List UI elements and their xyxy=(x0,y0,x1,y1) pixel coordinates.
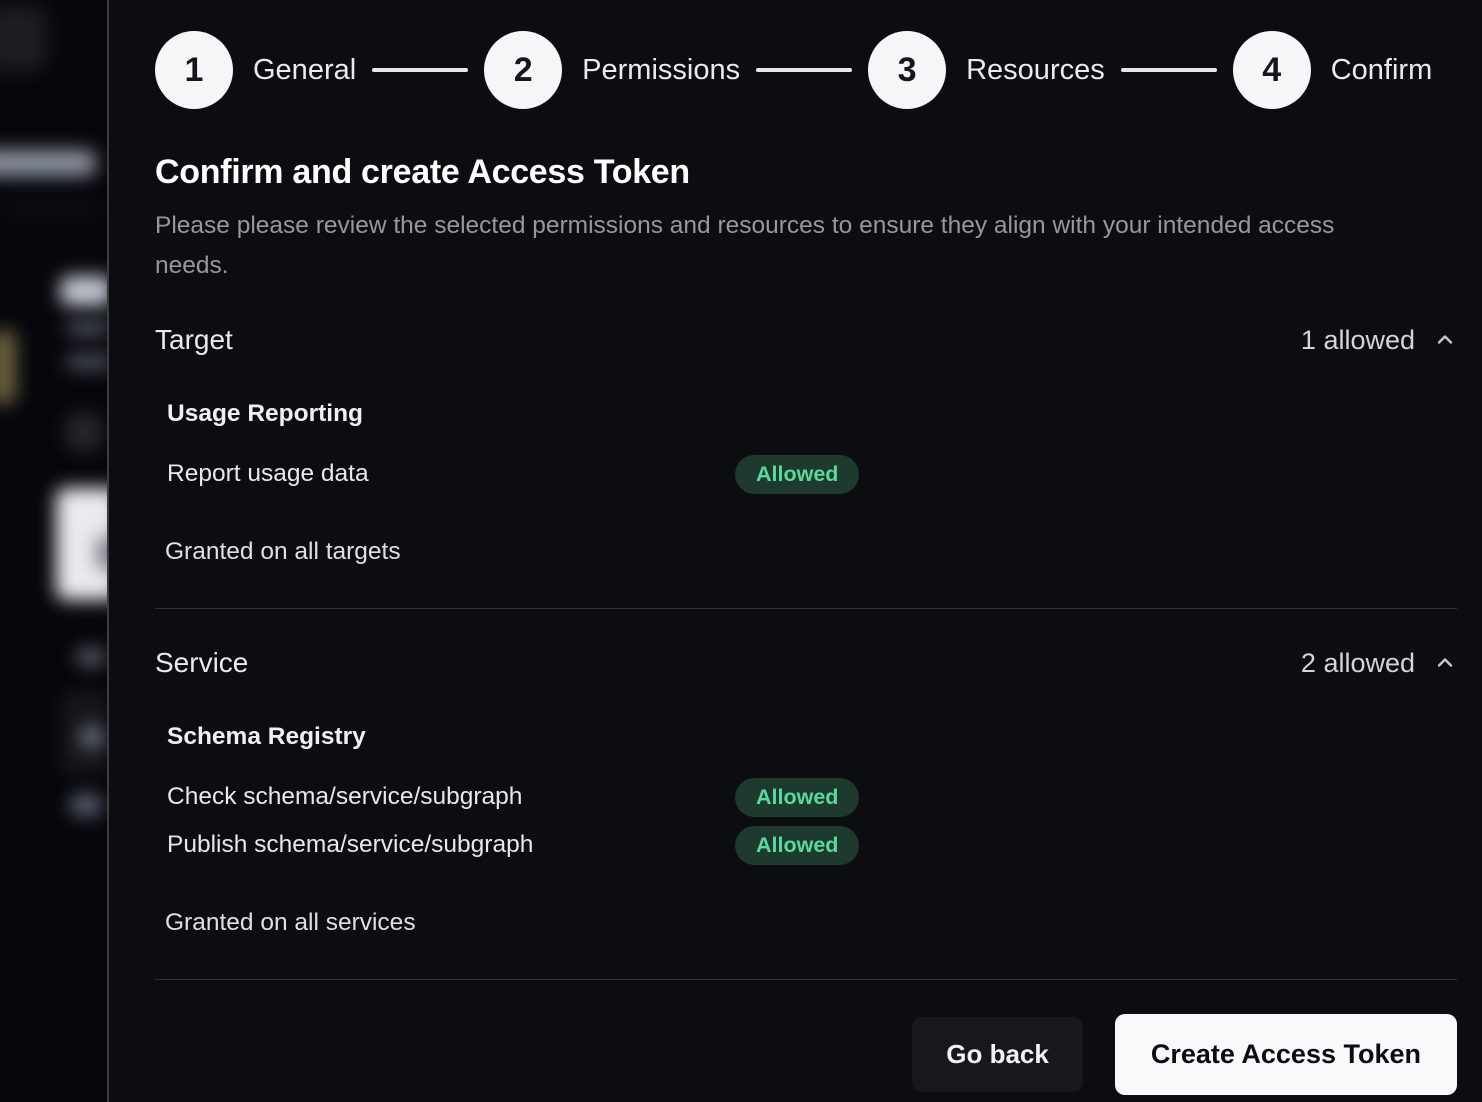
section-title: Target xyxy=(155,324,233,356)
blurred-label-text xyxy=(70,794,102,816)
step-confirm[interactable]: 4 Confirm xyxy=(1233,31,1433,109)
background-app-blurred xyxy=(0,0,107,1102)
page-description: Please please review the selected permis… xyxy=(155,206,1395,286)
chevron-up-icon xyxy=(1433,651,1457,675)
permission-label: Check schema/service/subgraph xyxy=(167,783,735,811)
screen: 1 General 2 Permissions 3 Resources 4 Co… xyxy=(0,0,1482,1102)
blurred-icon-tile xyxy=(66,414,102,450)
blurred-body-text xyxy=(66,354,107,370)
permission-group-usage-reporting: Usage Reporting Report usage data Allowe… xyxy=(155,400,1457,494)
step-connector xyxy=(756,68,852,72)
step-permissions[interactable]: 2 Permissions xyxy=(484,31,740,109)
create-access-token-modal: 1 General 2 Permissions 3 Resources 4 Co… xyxy=(107,0,1482,1102)
allowed-count: 2 allowed xyxy=(1301,648,1415,679)
blurred-heading-text xyxy=(60,276,107,306)
step-number-badge: 2 xyxy=(484,31,562,109)
blurred-nav-text xyxy=(0,150,96,176)
step-label: Resources xyxy=(966,54,1105,87)
granted-note: Granted on all services xyxy=(155,909,1457,937)
blurred-card-logo xyxy=(96,536,107,570)
blurred-label-text xyxy=(80,726,104,748)
permission-group-schema-registry: Schema Registry Check schema/service/sub… xyxy=(155,723,1457,865)
step-label: Permissions xyxy=(582,54,740,87)
blurred-logo-tile xyxy=(0,6,46,70)
status-badge-allowed: Allowed xyxy=(735,455,859,494)
group-heading: Usage Reporting xyxy=(167,400,1457,428)
step-connector xyxy=(1121,68,1217,72)
section-divider xyxy=(155,608,1457,609)
step-label: General xyxy=(253,54,356,87)
modal-footer: Go back Create Access Token xyxy=(155,1014,1457,1095)
allowed-count: 1 allowed xyxy=(1301,325,1415,356)
blurred-accent-blob xyxy=(0,330,16,404)
permission-label: Publish schema/service/subgraph xyxy=(167,831,735,859)
permission-row: Check schema/service/subgraph Allowed xyxy=(167,777,1457,817)
permission-label: Report usage data xyxy=(167,460,735,488)
step-label: Confirm xyxy=(1331,54,1433,87)
step-resources[interactable]: 3 Resources xyxy=(868,31,1105,109)
step-number-badge: 3 xyxy=(868,31,946,109)
go-back-button[interactable]: Go back xyxy=(912,1017,1083,1092)
step-number-badge: 1 xyxy=(155,31,233,109)
collapse-toggle-target[interactable]: 1 allowed xyxy=(1301,325,1457,356)
granted-note: Granted on all targets xyxy=(155,538,1457,566)
status-badge-allowed: Allowed xyxy=(735,778,859,817)
status-badge-allowed: Allowed xyxy=(735,826,859,865)
step-general[interactable]: 1 General xyxy=(155,31,356,109)
chevron-up-icon xyxy=(1433,328,1457,352)
group-heading: Schema Registry xyxy=(167,723,1457,751)
blurred-divider xyxy=(0,206,107,209)
permission-row: Report usage data Allowed xyxy=(167,454,1457,494)
footer-divider xyxy=(155,979,1457,980)
blurred-label-text xyxy=(76,648,106,666)
step-connector xyxy=(372,68,468,72)
permission-row: Publish schema/service/subgraph Allowed xyxy=(167,825,1457,865)
wizard-stepper: 1 General 2 Permissions 3 Resources 4 Co… xyxy=(155,31,1457,109)
step-number-badge: 4 xyxy=(1233,31,1311,109)
page-title: Confirm and create Access Token xyxy=(155,153,1457,192)
section-header-service: Service 2 allowed xyxy=(155,647,1457,679)
section-header-target: Target 1 allowed xyxy=(155,324,1457,356)
blurred-body-text xyxy=(66,320,107,336)
section-title: Service xyxy=(155,647,248,679)
create-access-token-button[interactable]: Create Access Token xyxy=(1115,1014,1457,1095)
collapse-toggle-service[interactable]: 2 allowed xyxy=(1301,648,1457,679)
